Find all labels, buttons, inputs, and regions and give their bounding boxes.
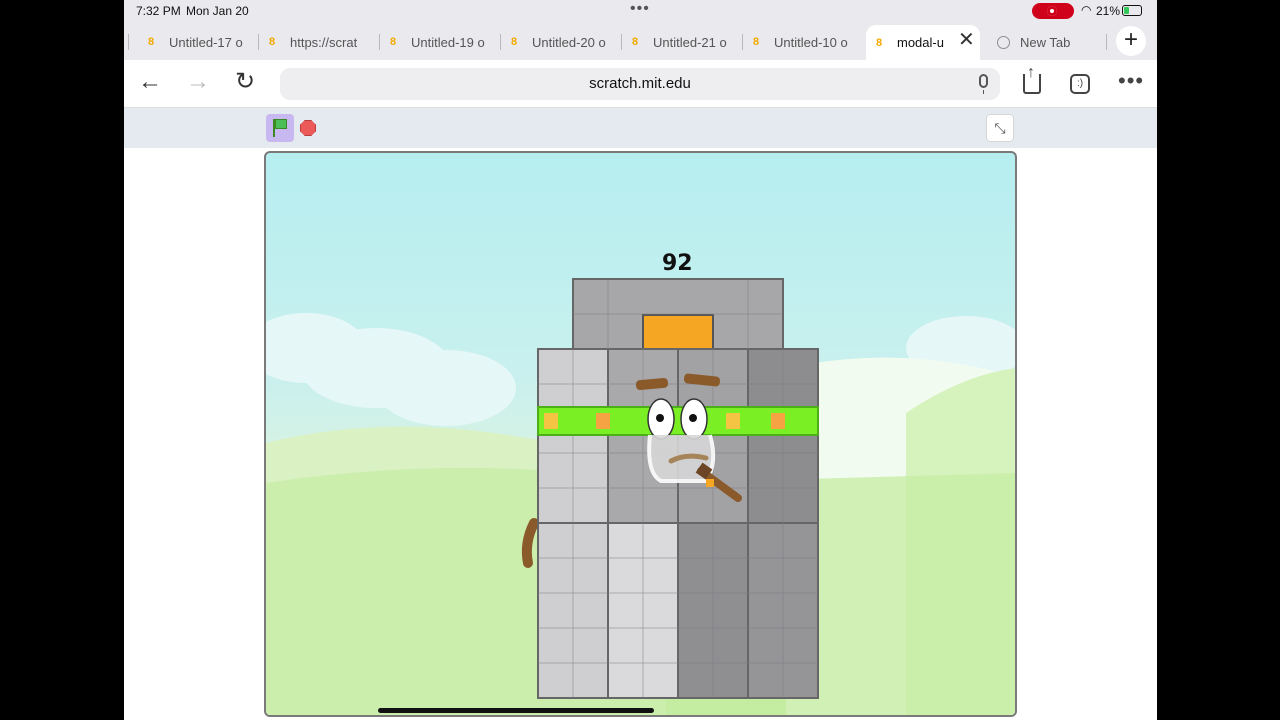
green-flag-button[interactable] [266,114,294,142]
tab-separator [1106,34,1107,50]
tab-separator [742,34,743,50]
multitasking-dots-icon[interactable]: ••• [630,0,650,18]
microphone-icon[interactable] [979,74,988,94]
tab-label: Untitled-21 o [653,34,727,50]
tab-untitled-10[interactable]: 8 Untitled-10 o [753,27,853,57]
tab-label: Untitled-20 o [532,34,606,50]
scratch-favicon-icon: 8 [148,36,155,48]
close-tab-icon[interactable]: ✕ [958,30,975,50]
browser-toolbar: ← → ↻ scratch.mit.edu :) ••• [124,60,1157,108]
status-bar: 7:32 PM Mon Jan 20 ••• ◠ 21% [124,0,1157,22]
scratch-controls-bar: ⤡ [124,108,1157,148]
scratch-favicon-icon: 8 [876,36,883,49]
back-arrow-icon[interactable]: ← [138,70,162,94]
tab-separator [128,34,129,50]
scratch-favicon-icon: 8 [632,36,639,48]
new-tab-button[interactable]: + [1116,26,1146,56]
tab-label: Untitled-10 o [774,34,848,50]
stop-sign-button[interactable] [300,120,316,136]
forward-arrow-icon[interactable]: → [186,70,210,94]
scratch-favicon-icon: 8 [753,36,760,48]
tab-untitled-21[interactable]: 8 Untitled-21 o [632,27,732,57]
battery-icon [1122,5,1142,16]
tab-label: modal-u [897,35,944,50]
tab-untitled-17[interactable]: 8 Untitled-17 o [148,27,248,57]
tab-untitled-19[interactable]: 8 Untitled-19 o [390,27,490,57]
exit-fullscreen-button[interactable]: ⤡ [986,114,1014,142]
tab-separator [258,34,259,50]
green-flag-icon [275,119,287,129]
status-date: Mon Jan 20 [186,4,249,18]
scratch-favicon-icon: 8 [390,36,397,48]
numberblock-character [521,278,819,699]
tab-new-tab[interactable]: New Tab [997,27,1097,57]
tab-untitled-20[interactable]: 8 Untitled-20 o [511,27,611,57]
tab-label: Untitled-19 o [411,34,485,50]
number-label: 92 [662,251,693,276]
tab-scratch-url[interactable]: 8 https://scrat [269,27,369,57]
tab-separator [621,34,622,50]
tab-label: New Tab [1020,34,1071,50]
wifi-icon: ◠ [1081,3,1092,17]
status-time: 7:32 PM [136,4,181,18]
scratch-stage[interactable]: 92 [264,151,1017,717]
tabs-overview-icon[interactable]: :) [1070,74,1090,94]
reload-icon[interactable]: ↻ [235,70,255,94]
tab-label: Untitled-17 o [169,34,243,50]
battery-percent: 21% [1096,4,1121,18]
tab-separator [500,34,501,50]
tab-separator [379,34,380,50]
share-icon[interactable] [1023,64,1041,94]
tab-bar: 8 Untitled-17 o 8 https://scrat 8 Untitl… [124,22,1157,60]
more-options-icon[interactable]: ••• [1118,68,1144,94]
tab-label: https://scrat [290,34,358,50]
screen-recording-icon[interactable] [1032,3,1074,19]
globe-icon [997,35,1010,49]
ipad-screen: 7:32 PM Mon Jan 20 ••• ◠ 21% 8 Untitled-… [124,0,1157,720]
scratch-favicon-icon: 8 [511,36,518,48]
stage-canvas [266,278,1015,715]
scratch-favicon-icon: 8 [269,36,276,48]
home-indicator[interactable] [378,708,654,713]
address-bar[interactable]: scratch.mit.edu [280,68,1000,100]
